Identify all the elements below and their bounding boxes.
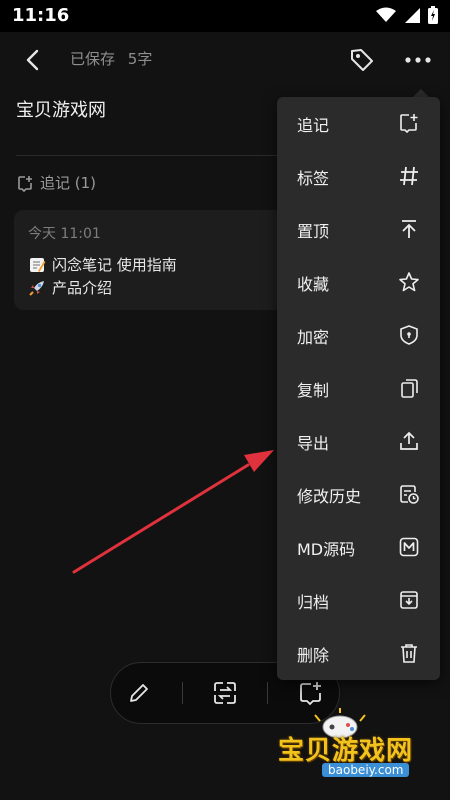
menu-item-archive[interactable]: 归档 [277, 574, 440, 627]
add-note-icon [299, 682, 321, 706]
menu-item-label: 加密 [297, 327, 330, 347]
pencil-icon [130, 684, 149, 702]
menu-item-history[interactable]: 修改历史 [277, 468, 440, 521]
tag-icon[interactable] [348, 46, 376, 74]
trace-section-header[interactable]: 追记 (1) [16, 172, 96, 193]
card-line: 闪念笔记 使用指南 [28, 254, 177, 275]
watermark-url: baobeiy.com [322, 763, 410, 777]
menu-item-label: 复制 [297, 380, 330, 400]
card-line: 产品介绍 [28, 277, 112, 298]
toolbar-separator [267, 682, 269, 704]
card-line-text: 产品介绍 [52, 279, 113, 297]
top-bar: 已保存 5字 [0, 32, 450, 88]
toolbar-separator [181, 682, 183, 704]
menu-item-label: 删除 [297, 645, 330, 665]
hash-icon [400, 166, 418, 186]
shield-icon [400, 325, 418, 345]
status-time: 11:16 [12, 5, 70, 26]
export-icon [400, 431, 418, 450]
pin-top-icon [402, 220, 416, 238]
add-note-icon [18, 175, 32, 192]
star-icon [399, 272, 419, 292]
markdown-icon [399, 537, 419, 557]
menu-item-label: 追记 [297, 115, 330, 135]
edit-button[interactable] [125, 679, 153, 707]
menu-item-label: 导出 [297, 433, 330, 453]
history-icon [400, 485, 419, 504]
signal-icon [405, 8, 420, 23]
menu-item-label: 归档 [297, 592, 330, 612]
menu-item-trace[interactable]: 追记 [277, 97, 440, 150]
watermark-text: 宝贝游戏网 [278, 736, 414, 766]
memo-emoji-icon [30, 257, 46, 272]
app-screen: 11:16 已保存 5字 宝贝游戏网 追记 (1) 今天 11:01 闪念笔记 … [0, 0, 450, 800]
more-menu: 追记 标签 置顶 收藏 加密 复制 导出 修改历史 MD源码 归档 删除 [277, 97, 440, 680]
word-count: 5字 [127, 50, 153, 68]
status-icons [376, 6, 438, 24]
archive-icon [400, 591, 418, 609]
status-bar: 11:16 [0, 0, 450, 32]
more-icon[interactable] [402, 46, 434, 74]
menu-item-label: MD源码 [297, 539, 356, 559]
card-line-text: 闪念笔记 使用指南 [52, 256, 177, 274]
menu-item-label: 置顶 [297, 221, 330, 241]
add-note-icon [400, 114, 418, 134]
back-arrow-icon[interactable] [20, 46, 48, 74]
menu-item-copy[interactable]: 复制 [277, 362, 440, 415]
rocket-emoji-icon [29, 280, 44, 296]
swap-icon [214, 682, 236, 704]
card-date: 今天 11:01 [28, 226, 101, 242]
menu-item-encrypt[interactable]: 加密 [277, 309, 440, 362]
menu-item-tag[interactable]: 标签 [277, 150, 440, 203]
menu-item-export[interactable]: 导出 [277, 415, 440, 468]
menu-item-pin[interactable]: 置顶 [277, 203, 440, 256]
copy-icon [401, 379, 418, 398]
menu-item-label: 修改历史 [297, 486, 362, 506]
switch-button[interactable] [211, 679, 239, 707]
save-status: 已保存 5字 [70, 48, 160, 69]
trash-icon [401, 644, 417, 663]
battery-icon [428, 6, 438, 24]
wifi-icon [376, 7, 396, 22]
menu-item-label: 收藏 [297, 274, 330, 294]
saved-label: 已保存 [70, 50, 116, 68]
add-trace-button[interactable] [297, 679, 325, 707]
menu-item-favorite[interactable]: 收藏 [277, 256, 440, 309]
menu-item-label: 标签 [297, 168, 330, 188]
menu-item-delete[interactable]: 删除 [277, 627, 440, 680]
note-title[interactable]: 宝贝游戏网 [16, 96, 106, 122]
menu-item-md-source[interactable]: MD源码 [277, 521, 440, 574]
trace-section-label: 追记 (1) [40, 174, 97, 192]
